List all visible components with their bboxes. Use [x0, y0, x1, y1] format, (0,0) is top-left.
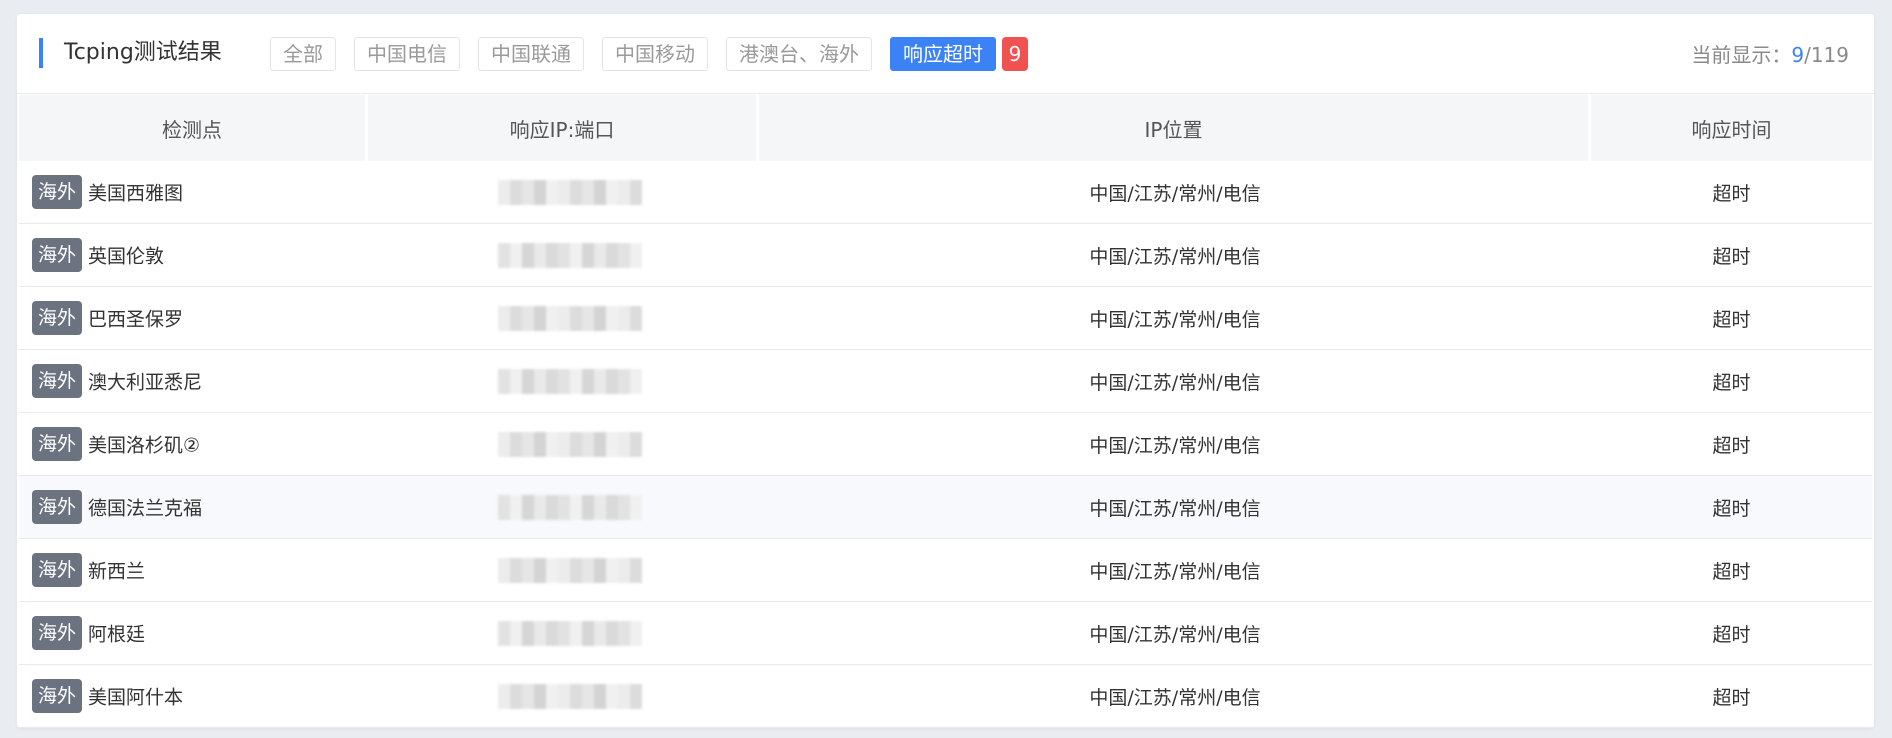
title-accent-bar	[39, 38, 43, 68]
table-row[interactable]: 海外 美国阿什本 中国/江苏/常州/电信 超时	[19, 665, 1872, 728]
table-row[interactable]: 海外 美国洛杉矶② 中国/江苏/常州/电信 超时	[19, 413, 1872, 476]
redacted-ip	[498, 684, 642, 709]
ip-location-cell: 中国/江苏/常州/电信	[759, 350, 1591, 413]
ip-port-cell	[368, 350, 759, 413]
ip-port-cell	[368, 287, 759, 350]
node-cell: 海外 美国阿什本	[19, 665, 368, 728]
counter-current: 9	[1791, 43, 1805, 67]
node-cell: 海外 德国法兰克福	[19, 476, 368, 539]
redacted-ip	[498, 243, 642, 268]
node-name: 阿根廷	[88, 623, 146, 646]
response-time-cell: 超时	[1591, 161, 1872, 224]
node-cell: 海外 美国西雅图	[19, 161, 368, 224]
column-header-node: 检测点	[19, 95, 368, 161]
ip-location-cell: 中国/江苏/常州/电信	[759, 287, 1591, 350]
node-name: 德国法兰克福	[88, 497, 203, 520]
ip-port-cell	[368, 224, 759, 287]
counter-label: 当前显示：	[1691, 43, 1792, 67]
redacted-ip	[498, 369, 642, 394]
node-name: 澳大利亚悉尼	[88, 371, 203, 394]
region-tag: 海外	[32, 301, 83, 335]
table-row[interactable]: 海外 新西兰 中国/江苏/常州/电信 超时	[19, 539, 1872, 602]
region-tag: 海外	[32, 553, 83, 587]
ip-port-cell	[368, 665, 759, 728]
tab-all[interactable]: 全部	[270, 37, 336, 71]
column-header-response-time: 响应时间	[1591, 95, 1872, 161]
table-row[interactable]: 海外 阿根廷 中国/江苏/常州/电信 超时	[19, 602, 1872, 665]
column-header-ip-location: IP位置	[759, 95, 1591, 161]
response-time-cell: 超时	[1591, 602, 1872, 665]
tcping-results-card: Tcping测试结果 全部 中国电信 中国联通 中国移动 港澳台、海外 响应超时…	[17, 14, 1874, 728]
response-time-cell: 超时	[1591, 224, 1872, 287]
tab-china-telecom[interactable]: 中国电信	[354, 37, 460, 71]
redacted-ip	[498, 621, 642, 646]
ip-location-cell: 中国/江苏/常州/电信	[759, 539, 1591, 602]
node-cell: 海外 澳大利亚悉尼	[19, 350, 368, 413]
node-cell: 海外 新西兰	[19, 539, 368, 602]
tab-hk-mo-tw-overseas[interactable]: 港澳台、海外	[726, 37, 872, 71]
node-cell: 海外 美国洛杉矶②	[19, 413, 368, 476]
redacted-ip	[498, 558, 642, 583]
ip-port-cell	[368, 161, 759, 224]
results-table: 检测点 响应IP:端口 IP位置 响应时间 海外 美国西雅图 中国/江苏/常州/电…	[19, 95, 1872, 728]
node-name: 新西兰	[88, 560, 146, 583]
ip-location-cell: 中国/江苏/常州/电信	[759, 476, 1591, 539]
node-name: 美国洛杉矶②	[88, 434, 201, 457]
ip-location-cell: 中国/江苏/常州/电信	[759, 665, 1591, 728]
ip-port-cell	[368, 539, 759, 602]
region-tag: 海外	[32, 364, 83, 398]
table-row[interactable]: 海外 巴西圣保罗 中国/江苏/常州/电信 超时	[19, 287, 1872, 350]
ip-port-cell	[368, 413, 759, 476]
table-row[interactable]: 海外 美国西雅图 中国/江苏/常州/电信 超时	[19, 161, 1872, 224]
table-header-row: 检测点 响应IP:端口 IP位置 响应时间	[19, 95, 1872, 161]
response-time-cell: 超时	[1591, 476, 1872, 539]
node-name: 美国阿什本	[88, 686, 184, 709]
redacted-ip	[498, 306, 642, 331]
ip-port-cell	[368, 602, 759, 665]
redacted-ip	[498, 180, 642, 205]
tab-china-unicom[interactable]: 中国联通	[478, 37, 584, 71]
ip-location-cell: 中国/江苏/常州/电信	[759, 413, 1591, 476]
timeout-count-badge: 9	[1002, 37, 1028, 71]
node-cell: 海外 巴西圣保罗	[19, 287, 368, 350]
node-cell: 海外 英国伦敦	[19, 224, 368, 287]
tab-china-mobile[interactable]: 中国移动	[602, 37, 708, 71]
response-time-cell: 超时	[1591, 539, 1872, 602]
region-tag: 海外	[32, 679, 83, 713]
node-name: 美国西雅图	[88, 182, 184, 205]
node-name: 英国伦敦	[88, 245, 165, 268]
table-row[interactable]: 海外 澳大利亚悉尼 中国/江苏/常州/电信 超时	[19, 350, 1872, 413]
ip-location-cell: 中国/江苏/常州/电信	[759, 224, 1591, 287]
response-time-cell: 超时	[1591, 350, 1872, 413]
response-time-cell: 超时	[1591, 413, 1872, 476]
region-tag: 海外	[32, 427, 83, 461]
region-tag: 海外	[32, 238, 83, 272]
response-time-cell: 超时	[1591, 665, 1872, 728]
page-title: Tcping测试结果	[64, 40, 222, 65]
filter-tabs: 全部 中国电信 中国联通 中国移动 港澳台、海外 响应超时 9	[270, 37, 1028, 71]
redacted-ip	[498, 432, 642, 457]
counter-total: /119	[1804, 43, 1849, 67]
node-name: 巴西圣保罗	[88, 308, 184, 331]
region-tag: 海外	[32, 490, 83, 524]
ip-location-cell: 中国/江苏/常州/电信	[759, 602, 1591, 665]
tab-timeout[interactable]: 响应超时	[890, 37, 996, 71]
redacted-ip	[498, 495, 642, 520]
response-time-cell: 超时	[1591, 287, 1872, 350]
ip-port-cell	[368, 476, 759, 539]
column-header-ip-port: 响应IP:端口	[368, 95, 759, 161]
table-row[interactable]: 海外 德国法兰克福 中国/江苏/常州/电信 超时	[19, 476, 1872, 539]
node-cell: 海外 阿根廷	[19, 602, 368, 665]
region-tag: 海外	[32, 616, 83, 650]
results-header: Tcping测试结果 全部 中国电信 中国联通 中国移动 港澳台、海外 响应超时…	[17, 14, 1874, 94]
table-row[interactable]: 海外 英国伦敦 中国/江苏/常州/电信 超时	[19, 224, 1872, 287]
ip-location-cell: 中国/江苏/常州/电信	[759, 161, 1591, 224]
region-tag: 海外	[32, 175, 83, 209]
display-counter: 当前显示：9/119	[1691, 40, 1849, 70]
